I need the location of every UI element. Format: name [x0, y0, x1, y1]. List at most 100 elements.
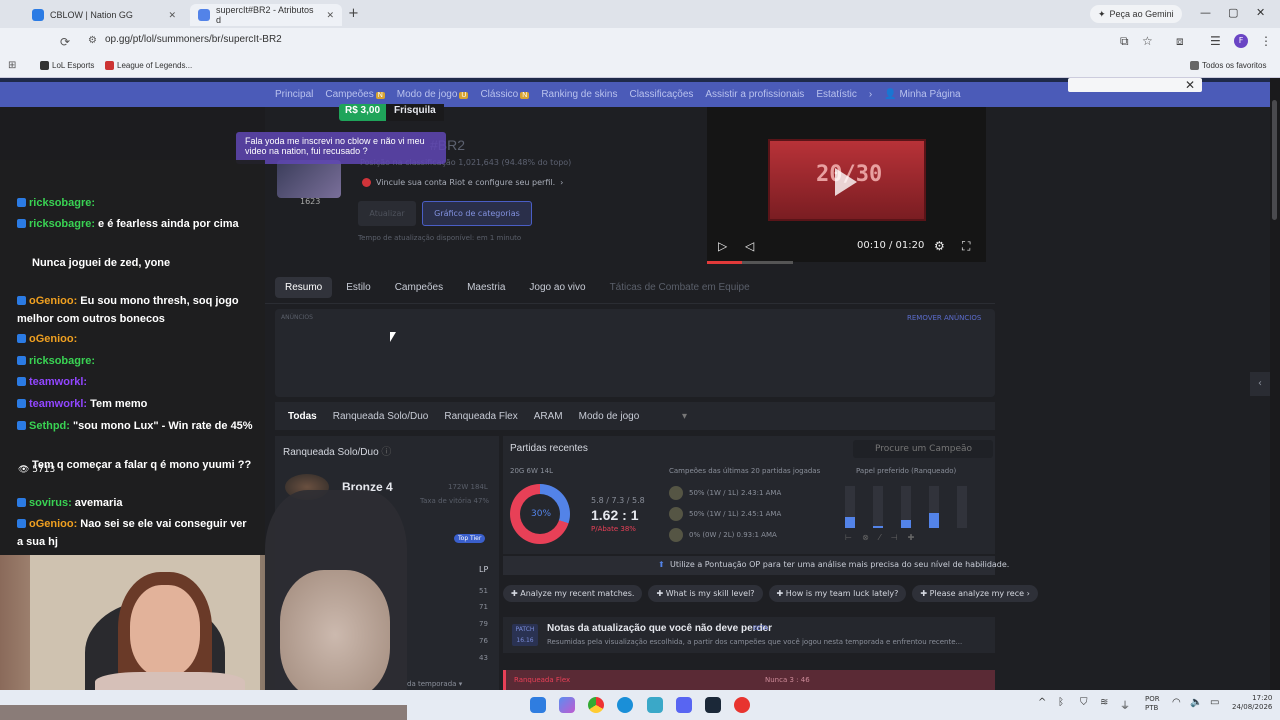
play-icon[interactable]: ▷: [718, 239, 727, 253]
streamer-hand: [280, 570, 390, 700]
tab-taticas[interactable]: Táticas de Combate em Equipe: [600, 277, 760, 298]
chat-username[interactable]: teamworkl:: [29, 398, 87, 410]
nav-item-classico[interactable]: Clássico N: [480, 89, 530, 100]
minimize-icon[interactable]: —: [1200, 6, 1211, 19]
chat-username[interactable]: oGenioo:: [29, 518, 77, 530]
update-button[interactable]: Atualizar: [358, 201, 416, 226]
discord-icon[interactable]: [676, 697, 692, 713]
nav-item-principal[interactable]: Principal: [275, 89, 313, 100]
star-icon[interactable]: ☆: [1142, 34, 1153, 48]
settings-icon[interactable]: ⚙: [934, 239, 945, 253]
chevron-down-icon[interactable]: ⌄: [977, 559, 985, 569]
queue-tab-aram[interactable]: ARAM: [527, 407, 570, 426]
wifi-status-icon[interactable]: ◠: [1172, 697, 1181, 708]
nav-item-modo-de-jogo[interactable]: Modo de jogo U: [397, 89, 469, 100]
network-icon[interactable]: ⛉: [1080, 697, 1088, 708]
obs-icon[interactable]: [734, 697, 750, 713]
nav-item-classificacoes[interactable]: Classificações: [629, 89, 693, 100]
url-field[interactable]: op.gg/pt/lol/summoners/br/supercIt-BR2: [105, 34, 282, 45]
close-icon[interactable]: ✕: [1185, 78, 1195, 92]
bluetooth-icon[interactable]: ᛒ: [1058, 697, 1064, 708]
tab-opgg[interactable]: supercIt#BR2 - Atributos d ✕: [190, 4, 342, 26]
remove-ads-link[interactable]: REMOVER ANÚNCIOS: [907, 314, 981, 322]
extensions-icon[interactable]: ⧈: [1176, 34, 1184, 49]
edge-icon[interactable]: [617, 697, 633, 713]
chip-skill-level[interactable]: ✚ What is my skill level?: [648, 585, 763, 602]
champion-row[interactable]: 50% (1W / 1L) 2.43:1 AMA: [669, 486, 781, 500]
queue-tab-todas[interactable]: Todas: [281, 407, 324, 426]
win-rate-percent: 30%: [531, 509, 552, 519]
nav-item-assistir[interactable]: Assistir a profissionais: [705, 89, 804, 100]
queue-tab-solo[interactable]: Ranqueada Solo/Duo: [326, 407, 436, 426]
window-close-icon[interactable]: ✕: [1256, 6, 1265, 19]
chip-team-luck[interactable]: ✚ How is my team luck lately?: [768, 585, 907, 602]
my-page-link[interactable]: 👤 Minha Página: [884, 89, 960, 100]
kda-line: 5.8 / 7.3 / 5.8: [591, 496, 645, 505]
chat-username[interactable]: Sethpd:: [29, 420, 70, 432]
chevron-right-icon[interactable]: ›: [869, 89, 872, 100]
tab-resumo[interactable]: Resumo: [275, 277, 333, 298]
usb-icon[interactable]: ⏚: [1120, 697, 1130, 712]
close-tab-icon[interactable]: ✕: [168, 10, 176, 21]
nav-item-campeoes[interactable]: Campeões N: [325, 89, 385, 100]
nav-item-estatisticas[interactable]: Estatístic: [816, 89, 857, 100]
queue-tab-modo[interactable]: Modo de jogo ▾: [572, 407, 694, 426]
scrollbar-thumb[interactable]: [1272, 100, 1277, 220]
chat-username[interactable]: teamworkl:: [29, 376, 87, 388]
champion-icon: [669, 528, 683, 542]
profile-avatar[interactable]: F: [1234, 34, 1248, 48]
chat-username[interactable]: ricksobagre:: [29, 218, 95, 230]
cast-icon[interactable]: ⧉: [1120, 34, 1129, 49]
clock[interactable]: 17:20 24/08/2026: [1232, 694, 1272, 712]
mute-icon[interactable]: ◁: [745, 239, 754, 253]
side-panel-toggle[interactable]: ‹: [1250, 372, 1270, 396]
chat-username[interactable]: sovirus:: [29, 497, 72, 509]
copilot-icon[interactable]: [559, 697, 575, 713]
season-label[interactable]: da temporada ▾: [407, 680, 462, 688]
volume-icon[interactable]: 🔈: [1190, 697, 1202, 708]
champions-header: Campeões das últimas 20 partidas jogadas: [669, 467, 821, 475]
champion-icon: [669, 507, 683, 521]
champion-search-input[interactable]: [853, 440, 993, 458]
gemini-button[interactable]: ✦ Peça ao Gemini: [1090, 5, 1182, 23]
chat-username[interactable]: oGenioo:: [29, 295, 77, 307]
reading-list-icon[interactable]: ☰: [1210, 34, 1221, 48]
wifi-icon[interactable]: ≋: [1100, 697, 1108, 708]
steam-icon[interactable]: [705, 697, 721, 713]
tab-jogo-ao-vivo[interactable]: Jogo ao vivo: [519, 277, 595, 298]
champion-row[interactable]: 0% (0W / 2L) 0.93:1 AMA: [669, 528, 777, 542]
match-row[interactable]: [503, 670, 995, 690]
riot-link-banner[interactable]: Vincule sua conta Riot e configure seu p…: [362, 178, 563, 187]
chip-analyze-rece[interactable]: ✚ Please analyze my rece ›: [912, 585, 1038, 602]
new-tab-button[interactable]: +: [348, 6, 359, 21]
menu-icon[interactable]: ⋮: [1260, 34, 1272, 48]
bookmark-league[interactable]: League of Legends...: [105, 61, 192, 70]
all-favorites[interactable]: Todos os favoritos: [1190, 61, 1266, 70]
play-overlay-icon[interactable]: [835, 168, 857, 196]
battery-icon[interactable]: ▭: [1210, 697, 1219, 708]
chat-badge-icon: [17, 519, 26, 528]
chat-username[interactable]: ricksobagre:: [29, 197, 95, 209]
fullscreen-icon[interactable]: ⛶: [962, 239, 970, 254]
tab-campeoes[interactable]: Campeões: [385, 277, 453, 298]
match-type: Ranqueada Flex: [514, 676, 571, 684]
chevron-up-icon[interactable]: ^: [1038, 697, 1046, 708]
chat-username[interactable]: oGenioo:: [29, 333, 77, 345]
app-icon[interactable]: [647, 697, 663, 713]
maximize-icon[interactable]: ▢: [1228, 6, 1238, 19]
tab-maestria[interactable]: Maestria: [457, 277, 515, 298]
chrome-icon[interactable]: [588, 697, 604, 713]
close-tab-icon[interactable]: ✕: [326, 10, 334, 21]
queue-tab-flex[interactable]: Ranqueada Flex: [437, 407, 524, 426]
chat-text: Tem memo: [90, 398, 148, 410]
start-icon[interactable]: [530, 697, 546, 713]
champion-row[interactable]: 50% (1W / 1L) 2.45:1 AMA: [669, 507, 781, 521]
tab-estilo[interactable]: Estilo: [336, 277, 380, 298]
category-graph-button[interactable]: Gráfico de categorias: [422, 201, 532, 226]
chip-analyze-matches[interactable]: ✚ Analyze my recent matches.: [503, 585, 643, 602]
nav-item-ranking-skins[interactable]: Ranking de skins: [541, 89, 617, 100]
donation-message: Fala yoda me inscrevi no cblow e não vi …: [236, 132, 446, 164]
language-indicator[interactable]: POR PTB: [1145, 695, 1171, 713]
chat-username[interactable]: ricksobagre:: [29, 355, 95, 367]
rank-win-rate: Taxa de vitória 47%: [420, 497, 490, 505]
